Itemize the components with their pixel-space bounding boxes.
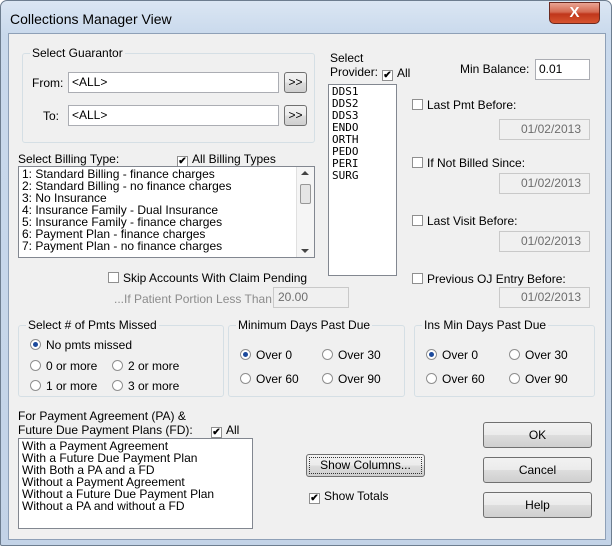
ok-button[interactable]: OK <box>483 422 592 448</box>
pa-item[interactable]: Without a PA and without a FD <box>22 500 249 512</box>
ins-days-group: Ins Min Days Past Due Over 0 Over 30 Ove… <box>414 318 595 397</box>
last-visit-checkbox[interactable]: Last Visit Before: <box>412 214 518 228</box>
guarantor-from-input[interactable]: <ALL> <box>68 72 279 93</box>
checkmark-icon: ✔ <box>211 427 222 438</box>
billing-type-item[interactable]: 7: Payment Plan - no finance charges <box>22 240 311 252</box>
portion-label: ...If Patient Portion Less Than: <box>114 292 276 306</box>
checkmark-icon: ✔ <box>382 70 393 81</box>
guarantor-to-browse-button[interactable]: >> <box>284 105 307 126</box>
pa-label-line1: For Payment Agreement (PA) & <box>18 409 186 423</box>
show-totals-checkbox[interactable]: ✔ Show Totals <box>309 489 388 504</box>
show-columns-button[interactable]: Show Columns... <box>306 454 425 477</box>
dialog-window: Collections Manager View X Select Guaran… <box>0 0 612 546</box>
ins-days-label: Ins Min Days Past Due <box>422 318 549 332</box>
scroll-thumb[interactable] <box>300 184 311 204</box>
guarantor-to-input[interactable]: <ALL> <box>68 105 279 126</box>
min-balance-label: Min Balance: <box>460 62 530 76</box>
prev-oj-date-field[interactable]: 01/02/2013 <box>499 287 590 308</box>
radio-min-over-30[interactable]: Over 30 <box>322 348 381 362</box>
last-pmt-checkbox[interactable]: Last Pmt Before: <box>412 98 516 112</box>
pa-list[interactable]: With a Payment Agreement With a Future D… <box>18 438 253 529</box>
portion-input[interactable]: 20.00 <box>273 287 349 308</box>
radio-min-over-0[interactable]: Over 0 <box>240 348 292 362</box>
last-visit-date-field[interactable]: 01/02/2013 <box>499 231 590 252</box>
radio-0-or-more[interactable]: 0 or more <box>30 359 97 373</box>
provider-item[interactable]: SURG <box>332 170 393 182</box>
radio-min-over-60[interactable]: Over 60 <box>240 372 299 386</box>
radio-3-or-more[interactable]: 3 or more <box>112 379 179 393</box>
radio-ins-over-30[interactable]: Over 30 <box>509 348 568 362</box>
guarantor-group-label: Select Guarantor <box>30 46 125 60</box>
prev-oj-checkbox[interactable]: Previous OJ Entry Before: <box>412 272 566 286</box>
scroll-up-icon[interactable] <box>301 171 309 175</box>
help-button[interactable]: Help <box>483 492 592 518</box>
billing-type-label: Select Billing Type: <box>18 152 120 166</box>
guarantor-from-label: From: <box>32 76 64 90</box>
provider-label: Provider: <box>330 65 379 79</box>
pa-all-checkbox[interactable]: ✔ All <box>211 423 239 438</box>
billing-scrollbar[interactable] <box>296 167 314 257</box>
scroll-down-icon[interactable] <box>301 249 309 253</box>
provider-select-label: Select <box>330 51 364 65</box>
pmts-missed-label: Select # of Pmts Missed <box>26 318 159 332</box>
radio-ins-over-90[interactable]: Over 90 <box>509 372 568 386</box>
min-days-label: Minimum Days Past Due <box>236 318 373 332</box>
skip-claim-checkbox[interactable]: Skip Accounts With Claim Pending <box>108 271 307 285</box>
min-balance-input[interactable]: 0.01 <box>535 59 590 80</box>
radio-ins-over-60[interactable]: Over 60 <box>426 372 485 386</box>
not-billed-date-field[interactable]: 01/02/2013 <box>499 173 590 194</box>
min-days-group: Minimum Days Past Due Over 0 Over 30 Ove… <box>228 318 405 397</box>
provider-list[interactable]: DDS1 DDS2 DDS3 ENDO ORTH PEDO PERI SURG <box>328 84 397 276</box>
window-title: Collections Manager View <box>10 11 172 27</box>
radio-ins-over-0[interactable]: Over 0 <box>426 348 478 362</box>
close-icon: X <box>569 4 580 21</box>
pa-label-line2: Future Due Payment Plans (FD): <box>18 423 193 437</box>
guarantor-to-label: To: <box>43 109 60 123</box>
guarantor-group: Select Guarantor From: <ALL> >> To: <ALL… <box>22 46 315 143</box>
radio-2-or-more[interactable]: 2 or more <box>112 359 179 373</box>
billing-all-checkbox[interactable]: ✔ All Billing Types <box>177 152 276 167</box>
billing-type-list[interactable]: 1: Standard Billing - finance charges 2:… <box>18 166 315 258</box>
radio-1-or-more[interactable]: 1 or more <box>30 379 97 393</box>
guarantor-from-browse-button[interactable]: >> <box>284 72 307 93</box>
close-button[interactable]: X <box>549 2 600 24</box>
radio-min-over-90[interactable]: Over 90 <box>322 372 381 386</box>
cancel-button[interactable]: Cancel <box>483 457 592 483</box>
provider-all-checkbox[interactable]: ✔ All <box>382 66 410 81</box>
not-billed-checkbox[interactable]: If Not Billed Since: <box>412 156 525 170</box>
dialog-client-area: Select Guarantor From: <ALL> >> To: <ALL… <box>8 33 606 540</box>
last-pmt-date-field[interactable]: 01/02/2013 <box>499 119 590 140</box>
radio-no-pmts-missed[interactable]: No pmts missed <box>30 338 132 352</box>
pmts-missed-group: Select # of Pmts Missed No pmts missed 0… <box>18 318 224 397</box>
checkmark-icon: ✔ <box>309 493 320 504</box>
